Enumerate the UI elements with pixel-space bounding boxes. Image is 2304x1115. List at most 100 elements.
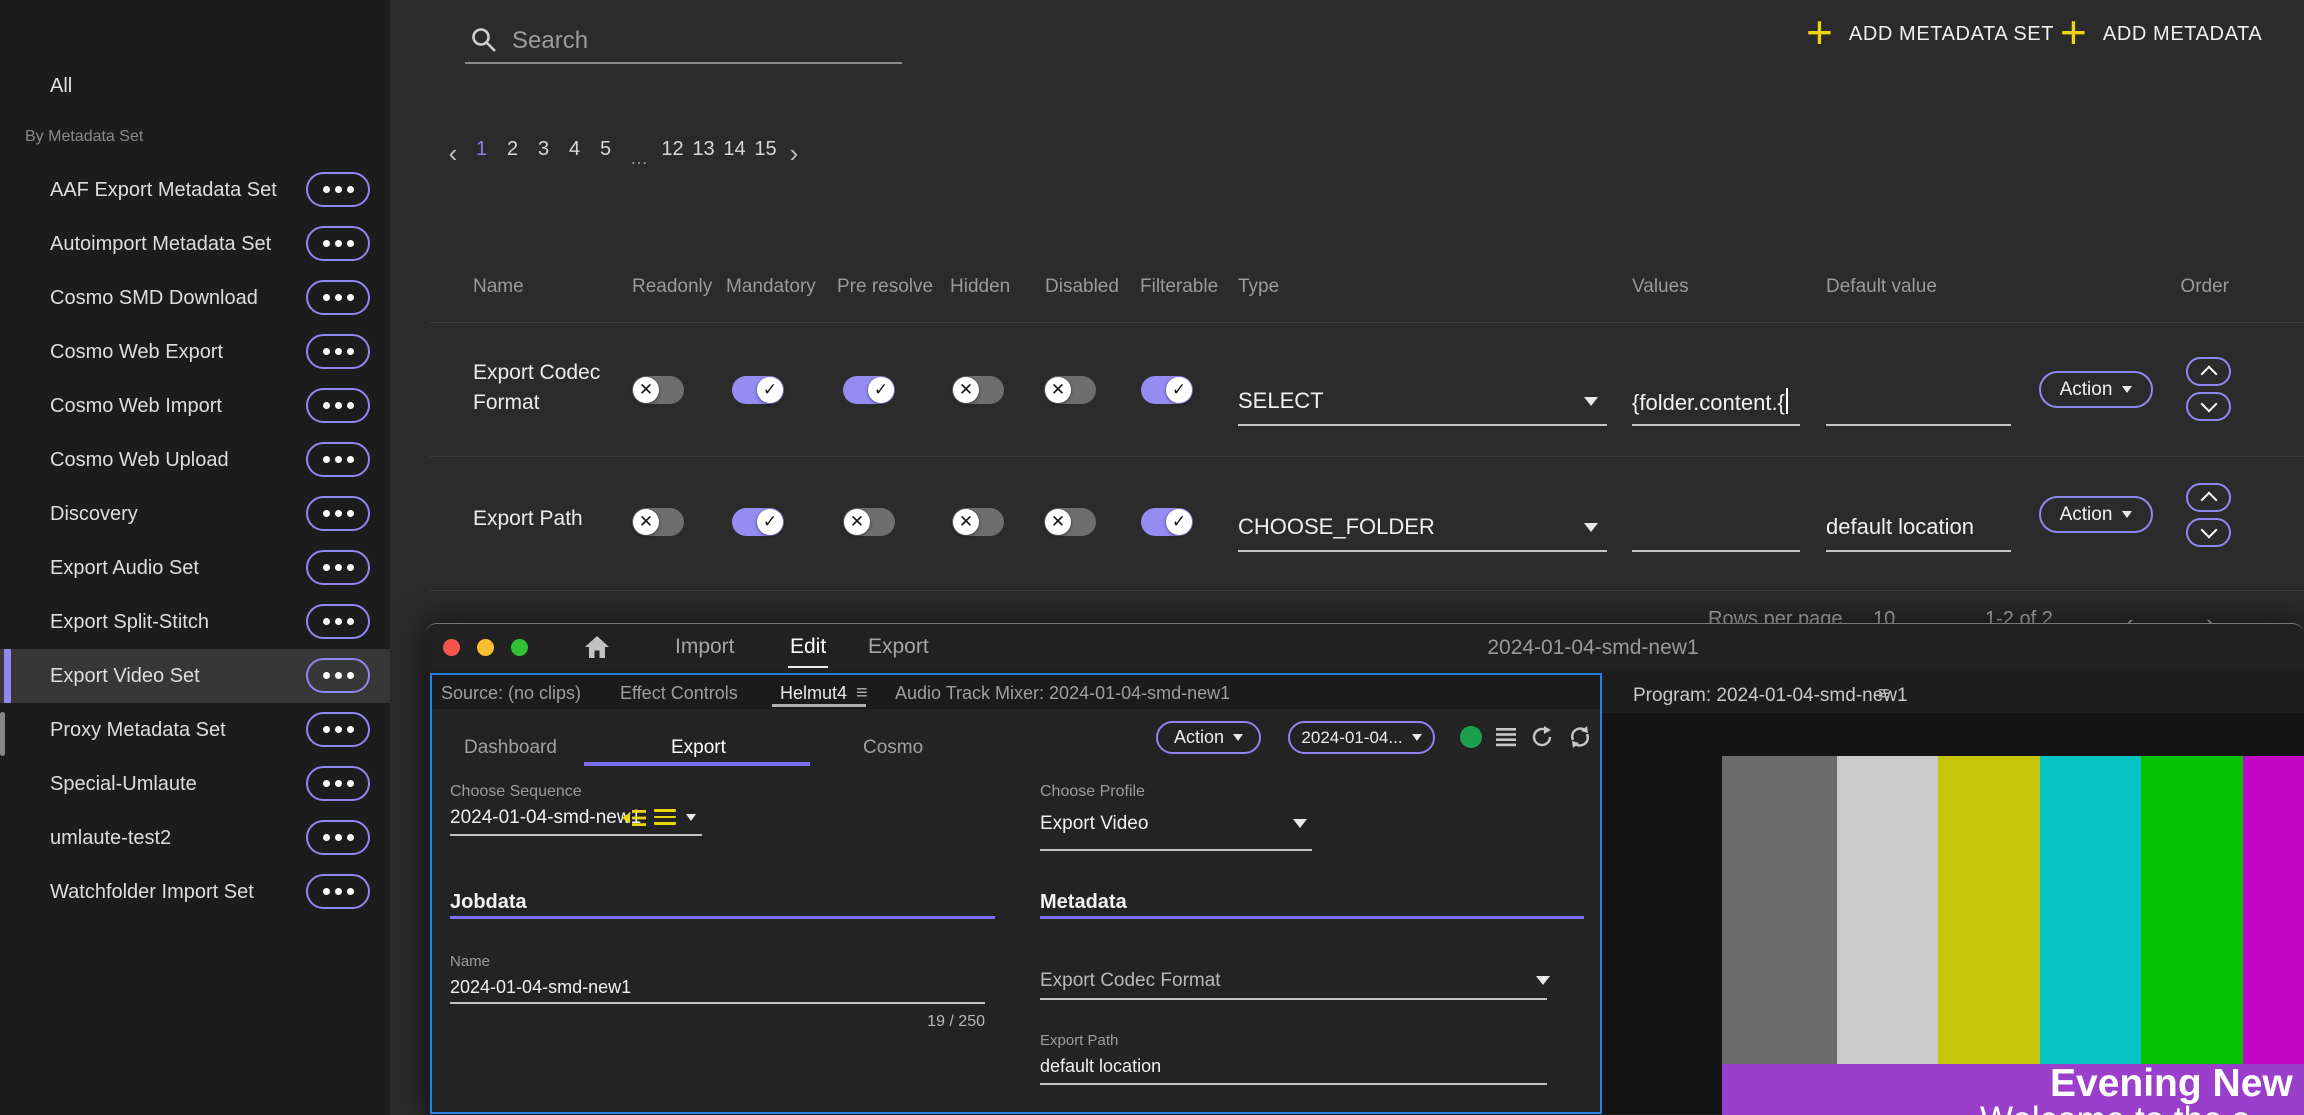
add-metadata-set-button[interactable]: + ADD METADATA SET <box>1806 14 2054 54</box>
toggle-readonly[interactable]: ✕ <box>632 376 684 404</box>
type-select[interactable]: CHOOSE_FOLDER <box>1238 514 1435 540</box>
refresh-icon[interactable] <box>1530 725 1554 749</box>
sidebar-item[interactable]: Proxy Metadata Set <box>0 703 390 757</box>
page-number[interactable]: … <box>621 138 657 169</box>
page-number[interactable]: 12 <box>657 138 688 169</box>
item-options-button[interactable] <box>306 226 370 261</box>
order-down-button[interactable] <box>2186 392 2231 421</box>
toggle-readonly[interactable]: ✕ <box>632 508 684 536</box>
order-down-button[interactable] <box>2186 518 2231 547</box>
item-options-button[interactable] <box>306 604 370 639</box>
order-up-button[interactable] <box>2186 357 2231 386</box>
page-number[interactable]: 2 <box>497 138 528 169</box>
panel-menu-icon[interactable]: ≡ <box>1878 683 1890 706</box>
sidebar-item[interactable]: Special-Umlaute <box>0 757 390 811</box>
queue-list-icon[interactable] <box>1496 728 1516 747</box>
panel-menu-icon[interactable]: ≡ <box>856 682 868 705</box>
tab-export[interactable]: Export <box>868 635 929 659</box>
chevron-down-icon[interactable] <box>1293 819 1307 828</box>
item-options-button[interactable] <box>306 712 370 747</box>
close-window-icon[interactable] <box>443 639 460 656</box>
sidebar-item[interactable]: Watchfolder Import Set <box>0 865 390 919</box>
item-options-button[interactable] <box>306 766 370 801</box>
page-prev-icon[interactable]: ‹ <box>440 139 466 167</box>
toggle-hidden[interactable]: ✕ <box>952 508 1004 536</box>
item-options-button[interactable] <box>306 280 370 315</box>
page-number[interactable]: 14 <box>719 138 750 169</box>
page-number[interactable]: 1 <box>466 138 497 169</box>
search-input[interactable] <box>510 22 894 60</box>
export-path-input[interactable]: default location <box>1040 1056 1161 1077</box>
toggle-disabled[interactable]: ✕ <box>1044 508 1096 536</box>
sync-icon[interactable] <box>1568 725 1592 749</box>
sidebar-item[interactable]: AAF Export Metadata Set <box>0 163 390 217</box>
toggle-preresolve[interactable]: ✓ <box>843 376 895 404</box>
sidebar-item[interactable]: Autoimport Metadata Set <box>0 217 390 271</box>
helmut-tab-cosmo[interactable]: Cosmo <box>863 737 923 759</box>
item-options-button[interactable] <box>306 334 370 369</box>
item-options-button[interactable] <box>306 442 370 477</box>
sidebar-item[interactable]: Cosmo Web Export <box>0 325 390 379</box>
chevron-down-icon[interactable] <box>1584 523 1598 532</box>
item-options-button[interactable] <box>306 388 370 423</box>
toggle-hidden[interactable]: ✕ <box>952 376 1004 404</box>
sidebar-item[interactable]: Cosmo Web Import <box>0 379 390 433</box>
tab-edit[interactable]: Edit <box>790 635 826 659</box>
sequence-list-icon[interactable] <box>654 809 676 825</box>
values-field[interactable]: {folder.content.{ <box>1632 388 1788 416</box>
chevron-down-icon[interactable] <box>1536 976 1550 985</box>
toggle-filterable[interactable]: ✓ <box>1141 376 1193 404</box>
sequence-value[interactable]: 2024-01-04-smd-new1 <box>450 807 641 829</box>
maximize-window-icon[interactable] <box>511 639 528 656</box>
sidebar-item[interactable]: Cosmo SMD Download <box>0 271 390 325</box>
helmut-tab-dashboard[interactable]: Dashboard <box>464 737 557 759</box>
action-button[interactable]: Action <box>2039 496 2153 533</box>
item-options-button[interactable] <box>306 172 370 207</box>
item-options-button[interactable] <box>306 550 370 585</box>
action-button[interactable]: Action <box>2039 371 2153 408</box>
sidebar-scrollbar[interactable] <box>0 712 5 756</box>
helmut-action-button[interactable]: Action <box>1156 721 1261 754</box>
sidebar-item[interactable]: Export Video Set <box>0 649 390 703</box>
item-options-button[interactable] <box>306 820 370 855</box>
sequence-insert-icon[interactable] <box>622 809 646 827</box>
tab-import[interactable]: Import <box>675 635 735 659</box>
toggle-mandatory[interactable]: ✓ <box>732 508 784 536</box>
name-input[interactable]: 2024-01-04-smd-new1 <box>450 977 631 998</box>
page-number[interactable]: 15 <box>750 138 781 169</box>
page-next-icon[interactable]: › <box>781 139 807 167</box>
window-titlebar[interactable]: Import Edit Export 2024-01-04-smd-new1 <box>425 624 2304 671</box>
chevron-down-icon[interactable] <box>686 814 696 821</box>
program-panel-title[interactable]: Program: 2024-01-04-smd-new1 <box>1633 685 1908 707</box>
toggle-preresolve[interactable]: ✕ <box>843 508 895 536</box>
panel-tab-effect-controls[interactable]: Effect Controls <box>620 683 738 704</box>
minimize-window-icon[interactable] <box>477 639 494 656</box>
chevron-down-icon[interactable] <box>1584 397 1598 406</box>
sidebar-item[interactable]: umlaute-test2 <box>0 811 390 865</box>
panel-tab-helmut4[interactable]: Helmut4 <box>780 683 847 704</box>
item-options-button[interactable] <box>306 658 370 693</box>
panel-tab-audio-mixer[interactable]: Audio Track Mixer: 2024-01-04-smd-new1 <box>895 683 1230 704</box>
toggle-disabled[interactable]: ✕ <box>1044 376 1096 404</box>
type-select[interactable]: SELECT <box>1238 388 1324 414</box>
page-number[interactable]: 3 <box>528 138 559 169</box>
panel-tab-source[interactable]: Source: (no clips) <box>441 683 581 704</box>
toggle-mandatory[interactable]: ✓ <box>732 376 784 404</box>
helmut-tab-export[interactable]: Export <box>671 737 726 759</box>
add-metadata-button[interactable]: + ADD METADATA <box>2060 14 2262 54</box>
codec-select[interactable]: Export Codec Format <box>1040 970 1221 992</box>
page-number[interactable]: 13 <box>688 138 719 169</box>
page-number[interactable]: 5 <box>590 138 621 169</box>
default-value-field[interactable]: default location <box>1826 514 1974 540</box>
sidebar-item[interactable]: Discovery <box>0 487 390 541</box>
sidebar-item[interactable]: Export Audio Set <box>0 541 390 595</box>
home-icon[interactable] <box>583 634 611 660</box>
profile-select[interactable]: Export Video <box>1040 813 1148 835</box>
item-options-button[interactable] <box>306 496 370 531</box>
sidebar-item[interactable]: Cosmo Web Upload <box>0 433 390 487</box>
toggle-filterable[interactable]: ✓ <box>1141 508 1193 536</box>
item-options-button[interactable] <box>306 874 370 909</box>
sidebar-item[interactable]: Export Split-Stitch <box>0 595 390 649</box>
sidebar-item-all[interactable]: All <box>0 60 390 112</box>
order-up-button[interactable] <box>2186 483 2231 512</box>
